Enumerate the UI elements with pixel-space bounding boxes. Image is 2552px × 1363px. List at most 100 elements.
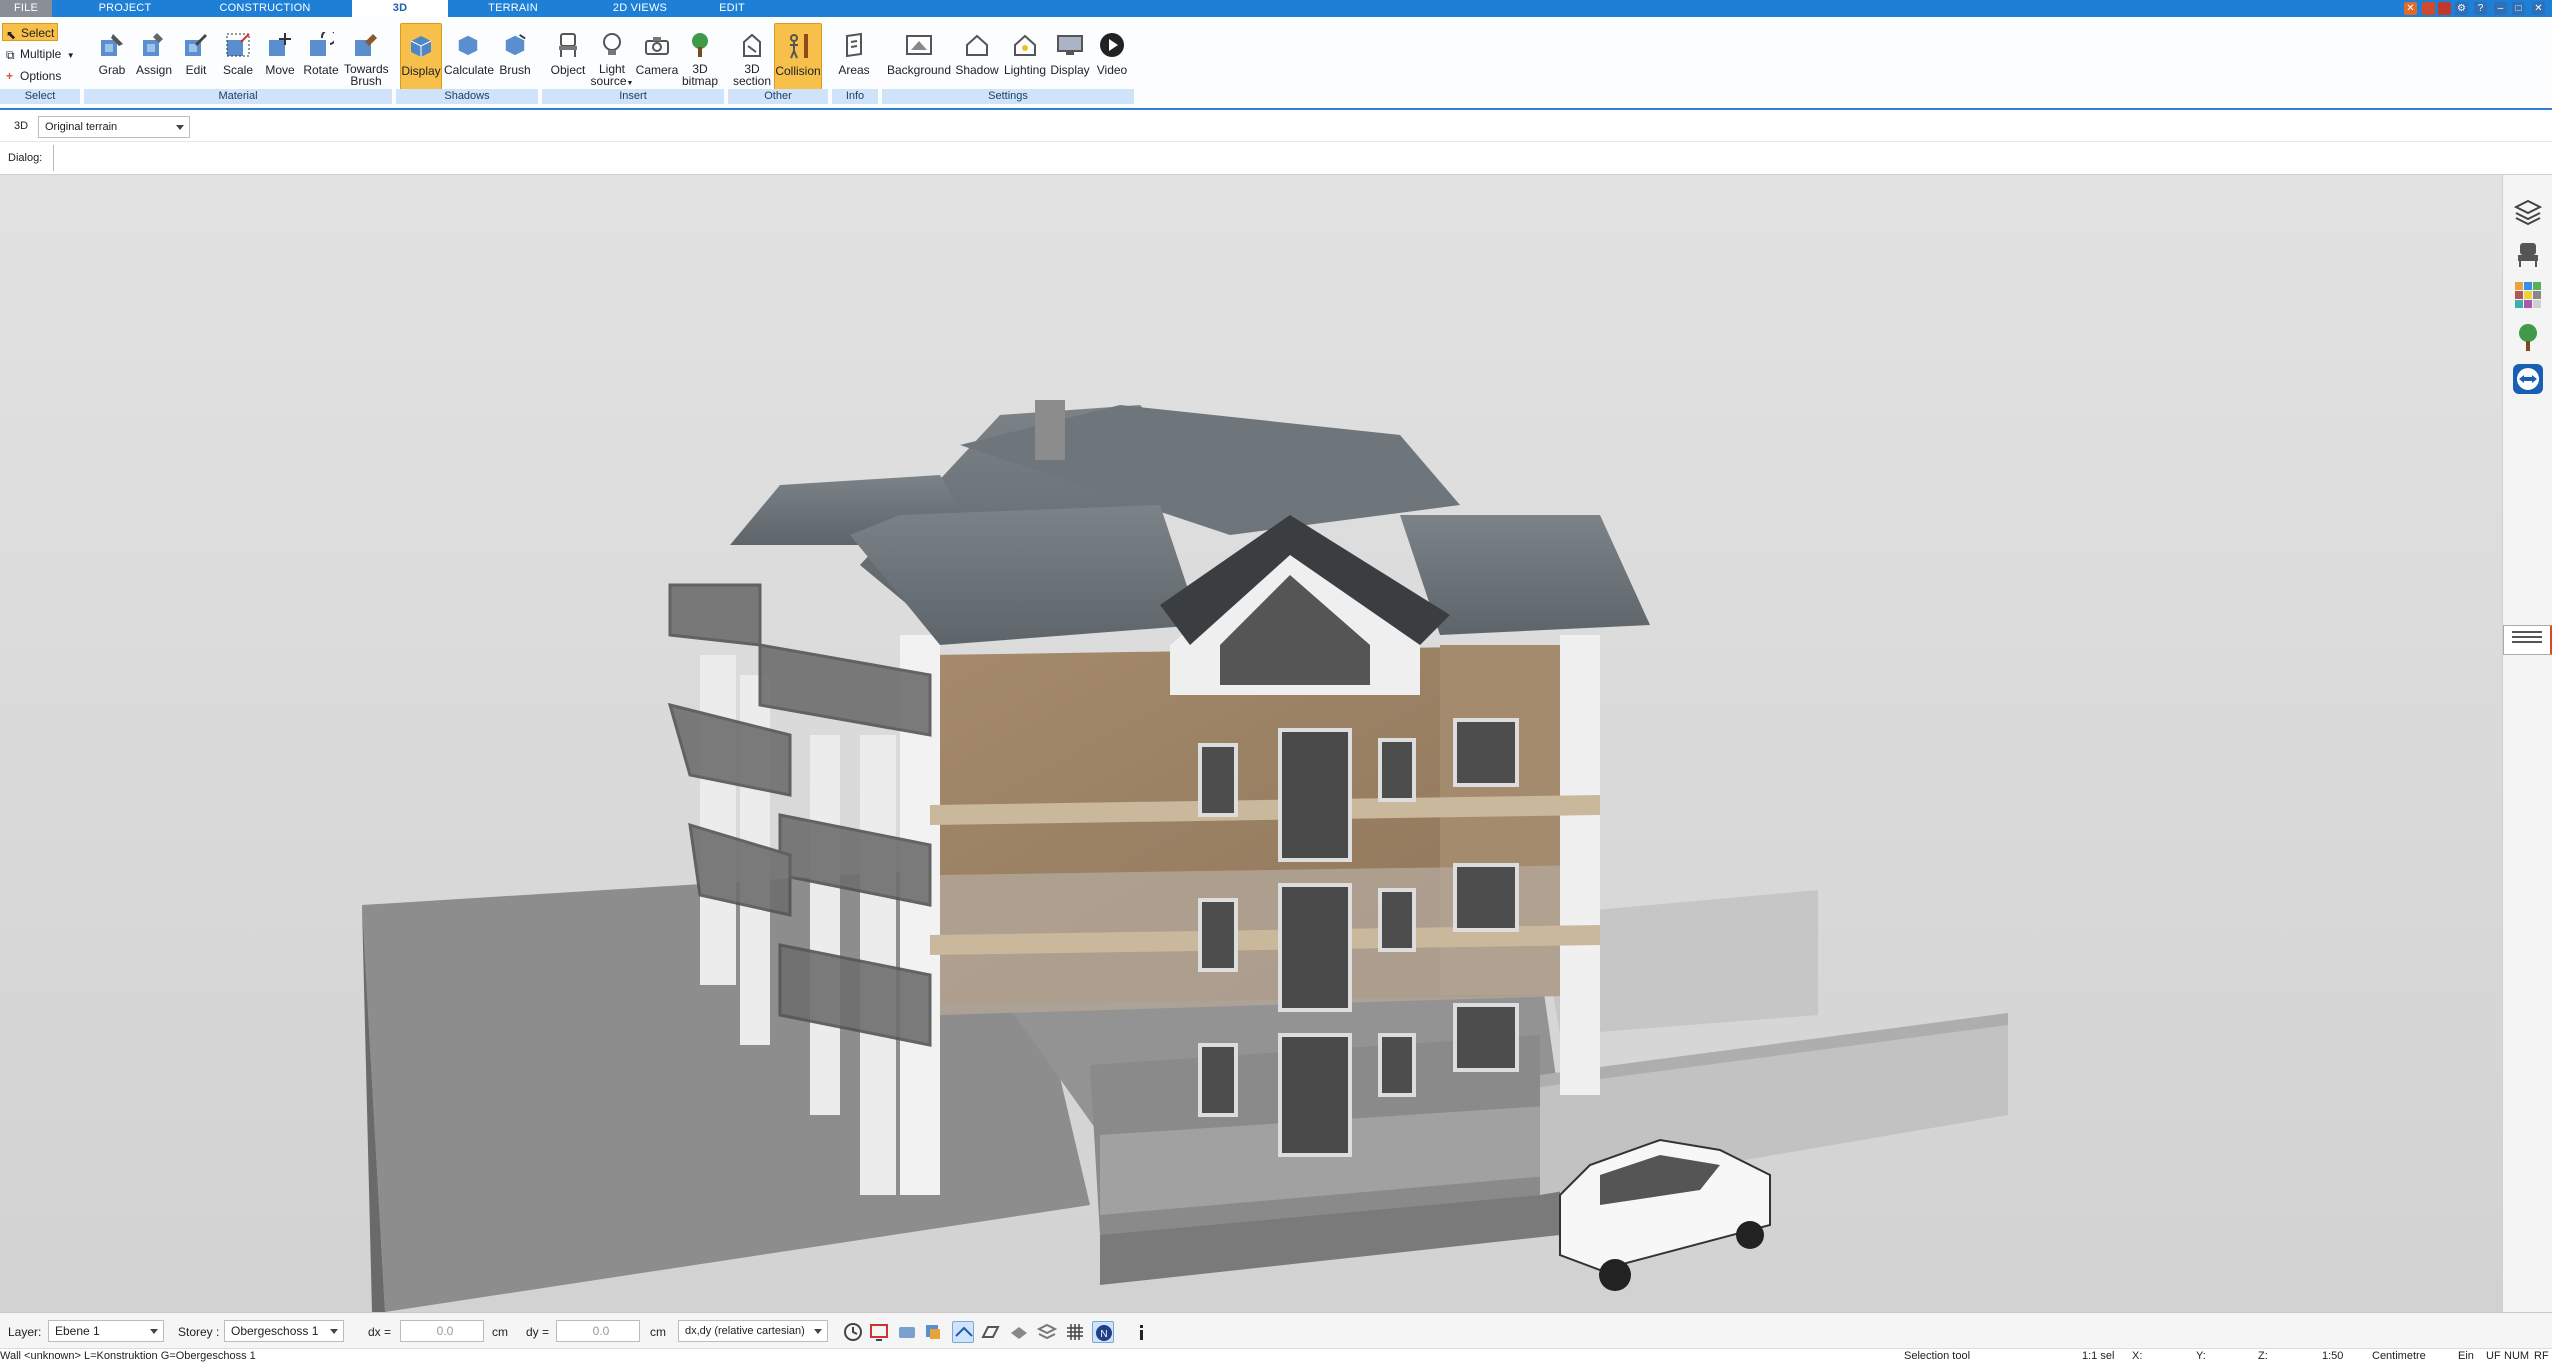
tab-file[interactable]: FILE: [0, 0, 52, 17]
storey-select[interactable]: Obergeschoss 1: [224, 1320, 344, 1342]
dialog-divider: [53, 145, 54, 171]
cube-calc-icon: [454, 31, 482, 59]
storey-label: Storey :: [178, 1325, 220, 1339]
right-toolbar: [2502, 175, 2552, 1312]
plus-icon: +: [6, 69, 14, 83]
roof-snap-icon[interactable]: [952, 1321, 974, 1343]
coordinate-mode-select[interactable]: dx,dy (relative cartesian): [678, 1320, 828, 1342]
status-uf: UF: [2486, 1350, 2501, 1362]
areas-label: Areas: [838, 63, 870, 77]
hatch-icon[interactable]: [980, 1321, 1002, 1343]
house-shadow-icon: [963, 31, 991, 59]
layers-snap-icon[interactable]: [922, 1321, 944, 1343]
snap-icon[interactable]: [868, 1321, 890, 1343]
select-button[interactable]: ⬉ Select: [2, 23, 58, 42]
close-icon[interactable]: ✕: [2532, 2, 2545, 15]
status-selection: 1:1 sel: [2082, 1350, 2115, 1362]
brush-icon: [352, 31, 380, 59]
display-label: Display: [401, 64, 441, 78]
3d-viewport[interactable]: [0, 175, 2502, 1312]
section-icon: [738, 31, 766, 59]
status-ein: Ein: [2458, 1350, 2474, 1362]
tree-icon: [686, 31, 714, 59]
options-button[interactable]: + Options: [2, 67, 80, 85]
record-icon[interactable]: [2438, 2, 2451, 15]
status-bar: Wall <unknown> L=Konstruktion G=Obergesc…: [0, 1348, 2552, 1362]
move-arrows-icon: [266, 31, 294, 59]
chair-icon: [554, 31, 582, 59]
terrain-select[interactable]: Original terrain: [38, 116, 190, 138]
tab-2d-views[interactable]: 2D VIEWS: [600, 0, 680, 17]
teamviewer-icon[interactable]: [2512, 363, 2544, 395]
multiple-button[interactable]: ⧉ Multiple ▼: [2, 45, 80, 63]
tab-3d[interactable]: 3D: [352, 0, 448, 17]
tab-edit[interactable]: EDIT: [710, 0, 754, 17]
maximize-icon[interactable]: □: [2512, 2, 2525, 15]
info-icon[interactable]: [1130, 1321, 1152, 1343]
dx-input[interactable]: 0.0: [400, 1320, 484, 1342]
settings-icon[interactable]: ⚙: [2455, 2, 2468, 15]
tools-icon[interactable]: ✕: [2404, 2, 2417, 15]
object-label: Object: [550, 63, 586, 77]
svg-text:N: N: [1100, 1329, 1107, 1340]
dialog-bar: Dialog:: [0, 142, 2552, 175]
group-other: Other: [728, 89, 828, 104]
group-info: Info: [832, 89, 878, 104]
settings-display-label: Display: [1050, 63, 1090, 77]
layers-icon[interactable]: [2512, 195, 2544, 227]
shadow-label: Shadow: [955, 63, 999, 77]
areas-icon: [840, 31, 868, 59]
layer-select[interactable]: Ebene 1: [48, 1320, 164, 1342]
tab-project[interactable]: PROJECT: [90, 0, 160, 17]
status-scale: 1:50: [2322, 1350, 2344, 1362]
plane-icon[interactable]: [1008, 1321, 1030, 1343]
grab-label: Grab: [98, 63, 126, 77]
edit-label: Edit: [185, 63, 207, 77]
background-label: Background: [886, 63, 952, 77]
camera-snap-icon[interactable]: [896, 1321, 918, 1343]
clock-icon[interactable]: [842, 1321, 864, 1343]
stack-icon[interactable]: [1036, 1321, 1058, 1343]
rotate-icon: [307, 31, 335, 59]
rotate-label: Rotate: [303, 63, 339, 77]
scale-label: Scale: [222, 63, 254, 77]
materials-icon[interactable]: [2512, 279, 2544, 311]
bottom-toolbar: Layer: Ebene 1 Storey : Obergeschoss 1 d…: [0, 1312, 2552, 1348]
play-icon: [1098, 31, 1126, 59]
status-message: Wall <unknown> L=Konstruktion G=Obergesc…: [0, 1350, 256, 1362]
grid-icon[interactable]: [1064, 1321, 1086, 1343]
select-label: Select: [21, 26, 55, 40]
scale-icon: [224, 31, 252, 59]
dy-input[interactable]: 0.0: [556, 1320, 640, 1342]
chevron-down-icon: ▼: [66, 51, 75, 60]
dialog-label: Dialog:: [8, 152, 43, 164]
tab-terrain[interactable]: TERRAIN: [478, 0, 548, 17]
section-label: section: [732, 74, 772, 88]
help-icon[interactable]: ?: [2474, 2, 2487, 15]
dy-unit: cm: [650, 1325, 666, 1339]
minimize-icon[interactable]: –: [2494, 2, 2507, 15]
view-toolbar: 3D Original terrain: [0, 112, 2552, 142]
furniture-icon[interactable]: [2512, 237, 2544, 269]
group-shadows: Shadows: [396, 89, 538, 104]
video-label: Video: [1096, 63, 1128, 77]
plants-icon[interactable]: [2512, 321, 2544, 353]
status-unit: Centimetre: [2372, 1350, 2426, 1362]
dx-unit: cm: [492, 1325, 508, 1339]
layer-label: Layer:: [8, 1325, 42, 1339]
cube-display-icon: [407, 32, 435, 60]
brush-sub-label: Brush: [350, 74, 382, 88]
multiple-label: Multiple: [20, 47, 62, 61]
background-icon: [905, 31, 933, 59]
pencil-icon: [182, 31, 210, 59]
monitor-icon: [1056, 31, 1084, 59]
north-icon[interactable]: N: [1092, 1321, 1114, 1343]
person-wall-icon: [784, 32, 812, 60]
tab-construction[interactable]: CONSTRUCTION: [215, 0, 315, 17]
camera-icon: [643, 31, 671, 59]
collision-label: Collision: [775, 64, 821, 78]
collapse-panel-icon[interactable]: [2503, 625, 2552, 655]
terrain-value: Original terrain: [45, 121, 118, 133]
group-material: Material: [84, 89, 392, 104]
window-box-icon[interactable]: [2422, 2, 2435, 15]
